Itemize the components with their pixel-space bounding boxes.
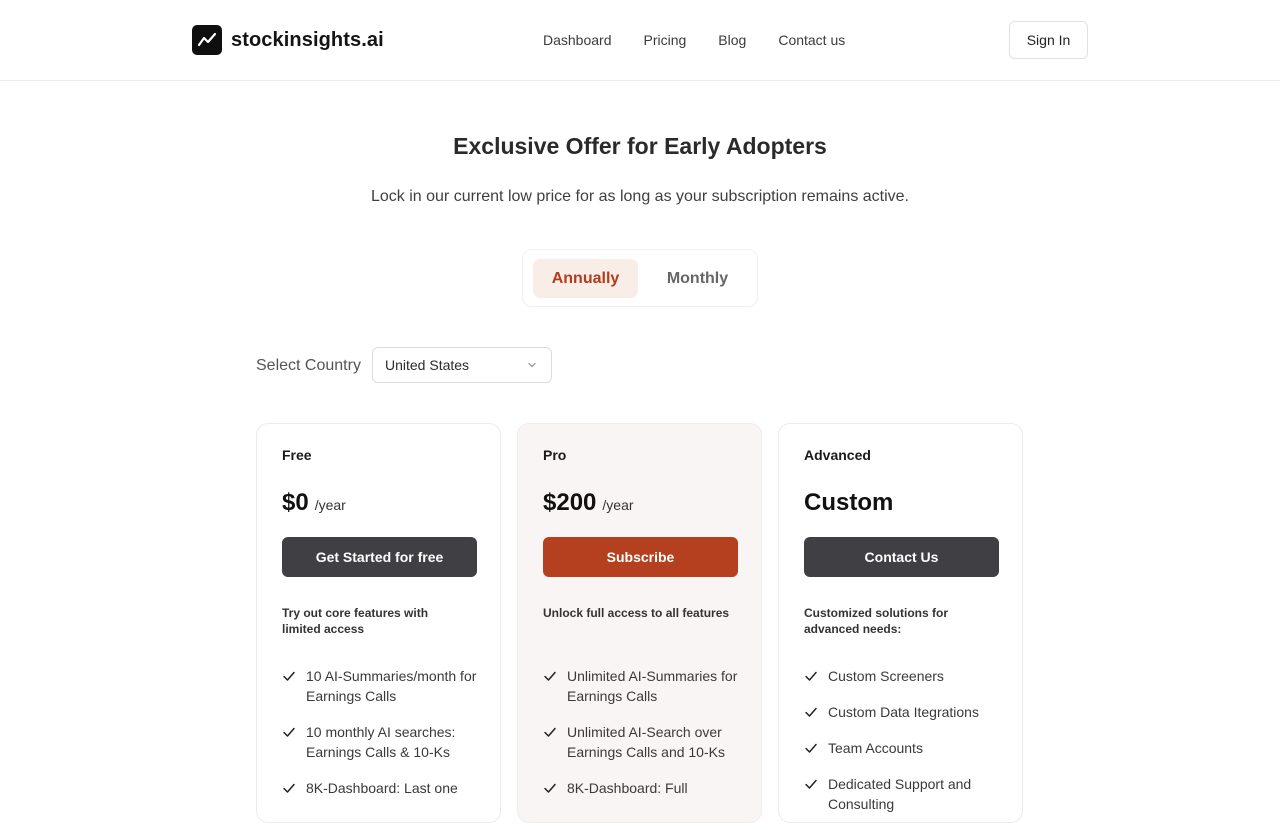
plan-price: $200 /year: [543, 489, 634, 517]
contact-us-button[interactable]: Contact Us: [804, 537, 999, 577]
top-header: stockinsights.ai Dashboard Pricing Blog …: [0, 0, 1280, 81]
check-icon: [805, 743, 817, 753]
check-icon: [283, 671, 295, 681]
feature-text: Unlimited AI-Search over Earnings Calls …: [567, 724, 725, 760]
price-period: /year: [602, 497, 634, 513]
page-title: Exclusive Offer for Early Adopters: [453, 133, 827, 159]
plan-description: Customized solutions for advanced needs:: [804, 606, 948, 636]
feature-text: 8K-Dashboard: Full: [567, 780, 688, 796]
feature-item: 8K-Dashboard: Last one: [282, 778, 482, 798]
price-value: $200: [543, 489, 597, 516]
feature-item: 8K-Dashboard: Full: [543, 778, 743, 798]
plan-name: Pro: [543, 447, 567, 463]
feature-text: Team Accounts: [828, 740, 923, 756]
nav-contact[interactable]: Contact us: [778, 31, 845, 49]
check-icon: [544, 727, 556, 737]
check-icon: [283, 783, 295, 793]
feature-text: 8K-Dashboard: Last one: [306, 780, 458, 796]
nav-blog[interactable]: Blog: [718, 31, 746, 49]
country-label: Select Country: [256, 357, 361, 374]
price-period: /year: [314, 497, 346, 513]
check-icon: [805, 707, 817, 717]
check-icon: [805, 779, 817, 789]
price-value: $0: [282, 489, 309, 516]
get-started-button[interactable]: Get Started for free: [282, 537, 477, 577]
subscribe-button[interactable]: Subscribe: [543, 537, 738, 577]
feature-item: Unlimited AI-Summaries for Earnings Call…: [543, 666, 743, 706]
billing-period-toggle: Annually Monthly: [522, 249, 758, 307]
plan-description: Unlock full access to all features: [543, 606, 730, 620]
nav-dashboard[interactable]: Dashboard: [543, 31, 612, 49]
feature-list: Unlimited AI-Summaries for Earnings Call…: [543, 666, 743, 814]
main-nav: Dashboard Pricing Blog Contact us: [543, 31, 877, 49]
check-icon: [544, 783, 556, 793]
feature-item: Dedicated Support and Consulting: [804, 774, 1004, 814]
chevron-down-icon: [528, 362, 536, 368]
feature-item: Team Accounts: [804, 738, 1004, 758]
nav-pricing[interactable]: Pricing: [644, 31, 687, 49]
plan-card-pro: Pro $200 /year Subscribe Unlock full acc…: [517, 423, 762, 823]
plan-name: Free: [282, 447, 312, 463]
plan-card-advanced: Advanced Custom Contact Us Customized so…: [778, 423, 1023, 823]
check-icon: [544, 671, 556, 681]
trend-line-icon: [192, 25, 222, 55]
check-icon: [805, 671, 817, 681]
feature-item: Custom Screeners: [804, 666, 1004, 686]
country-select[interactable]: United States: [372, 347, 552, 383]
price-value: Custom: [804, 489, 894, 516]
feature-text: Unlimited AI-Summaries for Earnings Call…: [567, 668, 738, 704]
page-subtitle: Lock in our current low price for as lon…: [370, 188, 909, 205]
plan-price: $0 /year: [282, 489, 346, 517]
toggle-annually[interactable]: Annually: [533, 259, 638, 298]
plan-description: Try out core features with limited acces…: [282, 606, 429, 636]
logo[interactable]: stockinsights.ai: [192, 25, 384, 55]
feature-item: Custom Data Itegrations: [804, 702, 1004, 722]
feature-text: Dedicated Support and Consulting: [828, 776, 972, 812]
plan-price: Custom: [804, 489, 893, 517]
feature-text: Custom Data Itegrations: [828, 704, 979, 720]
feature-item: 10 monthly AI searches: Earnings Calls &…: [282, 722, 482, 762]
check-icon: [283, 727, 295, 737]
toggle-monthly[interactable]: Monthly: [644, 259, 751, 298]
plan-card-free: Free $0 /year Get Started for free Try o…: [256, 423, 501, 823]
feature-item: 10 AI-Summaries/month for Earnings Calls: [282, 666, 482, 706]
plan-name: Advanced: [804, 447, 871, 463]
logo-text: stockinsights.ai: [231, 28, 384, 51]
sign-in-button[interactable]: Sign In: [1009, 21, 1088, 59]
feature-text: 10 monthly AI searches: Earnings Calls &…: [306, 724, 456, 760]
country-value: United States: [385, 357, 470, 373]
feature-text: Custom Screeners: [828, 668, 944, 684]
feature-item: Unlimited AI-Search over Earnings Calls …: [543, 722, 743, 762]
feature-list: Custom Screeners Custom Data Itegrations…: [804, 666, 1004, 830]
feature-text: 10 AI-Summaries/month for Earnings Calls: [306, 668, 477, 704]
feature-list: 10 AI-Summaries/month for Earnings Calls…: [282, 666, 482, 814]
